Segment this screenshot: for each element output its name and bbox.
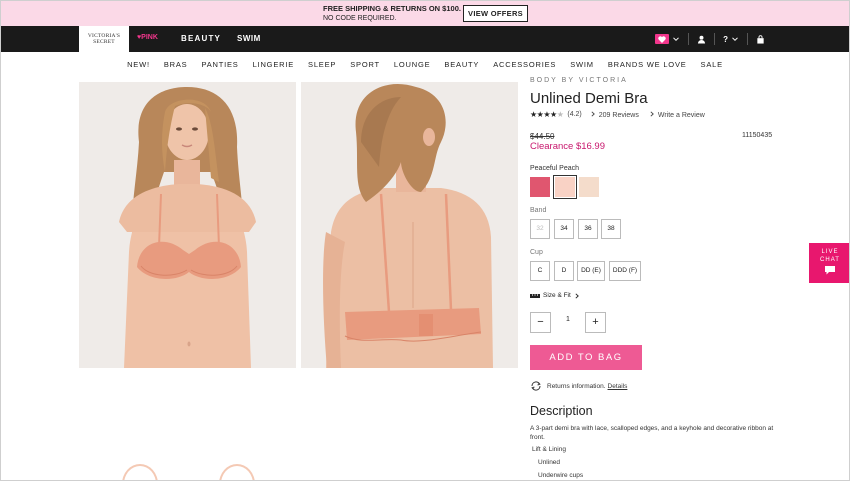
help-icon[interactable]: ? xyxy=(723,35,728,44)
band-option-34[interactable]: 34 xyxy=(554,219,574,239)
color-swatch[interactable] xyxy=(579,177,599,197)
brand-pink-link[interactable]: ♥PINK xyxy=(137,34,158,41)
account-icon[interactable] xyxy=(697,35,706,44)
victorias-secret-logo[interactable]: VICTORIA'S SECRET xyxy=(79,26,129,52)
live-chat-label-1: LIVE xyxy=(821,249,839,255)
write-review-label: Write a Review xyxy=(657,111,705,119)
chevron-down-icon[interactable] xyxy=(672,35,680,43)
product-thumbnail[interactable] xyxy=(219,464,255,480)
returns-cycle-icon xyxy=(531,381,541,391)
nav-sale[interactable]: SALE xyxy=(694,52,730,76)
lift-lining-heading: Lift & Lining xyxy=(532,446,566,453)
main-nav: NEW! BRAS PANTIES LINGERIE SLEEP SPORT L… xyxy=(1,52,849,76)
returns-info: Returns information. Details xyxy=(530,381,627,391)
page-frame: FREE SHIPPING & RETURNS ON $100. NO CODE… xyxy=(0,0,850,481)
description-heading: Description xyxy=(530,404,593,418)
cup-option-c[interactable]: C xyxy=(530,261,550,281)
returns-text: Returns information. xyxy=(547,382,606,390)
add-to-bag-button[interactable]: ADD TO BAG xyxy=(530,345,642,370)
quantity-increase-button[interactable]: + xyxy=(585,312,606,333)
nav-lingerie[interactable]: LINGERIE xyxy=(246,52,301,76)
nav-bras[interactable]: BRAS xyxy=(157,52,195,76)
description-text: A 3-part demi bra with lace, scalloped e… xyxy=(530,425,774,441)
nav-sport[interactable]: SPORT xyxy=(343,52,387,76)
band-label: Band xyxy=(530,207,547,214)
product-thumbnail[interactable] xyxy=(122,464,158,480)
chevron-right-icon xyxy=(591,110,595,117)
color-name: Peaceful Peach xyxy=(530,165,580,172)
heart-icon[interactable] xyxy=(655,34,670,44)
promo-line-1: FREE SHIPPING & RETURNS ON $100. xyxy=(323,4,461,13)
divider xyxy=(714,33,716,45)
band-option-32[interactable]: 32 xyxy=(530,219,550,239)
nav-swim[interactable]: SWIM xyxy=(563,52,601,76)
nav-beauty[interactable]: BEAUTY xyxy=(437,52,486,76)
bag-icon[interactable] xyxy=(756,34,765,44)
header-icons: ? xyxy=(655,33,765,45)
chevron-right-icon xyxy=(575,292,579,299)
cup-label: Cup xyxy=(530,249,543,256)
nav-accessories[interactable]: ACCESSORIES xyxy=(486,52,563,76)
nav-brands-we-love[interactable]: BRANDS WE LOVE xyxy=(601,52,694,76)
cup-option-ddd[interactable]: DDD (F) xyxy=(609,261,641,281)
brand-beauty-link[interactable]: BEAUTY xyxy=(181,34,221,43)
size-fit-label: Size & Fit xyxy=(543,292,571,299)
band-option-36[interactable]: 36 xyxy=(578,219,598,239)
rating-row: ★★★★★ (4.2) 209 Reviews Write a Review xyxy=(530,110,705,119)
write-review-link[interactable]: Write a Review xyxy=(649,110,705,119)
promo-text: FREE SHIPPING & RETURNS ON $100. NO CODE… xyxy=(323,4,461,24)
nav-new[interactable]: NEW! xyxy=(120,52,157,76)
quantity-decrease-button[interactable]: − xyxy=(530,312,551,333)
product-image-back[interactable] xyxy=(301,82,518,368)
reviews-link[interactable]: 209 Reviews xyxy=(590,110,639,119)
product-image-front[interactable] xyxy=(79,82,296,368)
divider xyxy=(747,33,748,45)
nav-sleep[interactable]: SLEEP xyxy=(301,52,343,76)
color-swatch-selected[interactable] xyxy=(553,175,577,199)
ruler-icon xyxy=(530,293,540,298)
size-fit-link[interactable]: Size & Fit xyxy=(530,292,580,299)
divider xyxy=(688,33,690,45)
chat-bubble-icon xyxy=(825,266,835,275)
nav-panties[interactable]: PANTIES xyxy=(194,52,245,76)
reviews-count: 209 Reviews xyxy=(598,111,639,119)
product-title: Unlined Demi Bra xyxy=(530,90,648,107)
header-bar: VICTORIA'S SECRET ♥PINK BEAUTY SWIM ? xyxy=(1,26,849,52)
original-price: $44.50 xyxy=(530,132,555,141)
brand-swim-link[interactable]: SWIM xyxy=(237,34,261,43)
rating-value: (4.2) xyxy=(567,111,582,118)
cup-option-d[interactable]: D xyxy=(554,261,574,281)
returns-details-link[interactable]: Details xyxy=(608,383,628,390)
nav-lounge[interactable]: LOUNGE xyxy=(387,52,437,76)
product-brand[interactable]: BODY BY VICTORIA xyxy=(530,77,628,84)
live-chat-button[interactable]: LIVE CHAT xyxy=(809,243,849,283)
band-option-38[interactable]: 38 xyxy=(601,219,621,239)
chevron-down-icon[interactable] xyxy=(731,35,739,43)
promo-bar: FREE SHIPPING & RETURNS ON $100. NO CODE… xyxy=(1,1,849,26)
star-rating-icon: ★★★★★ xyxy=(530,110,564,119)
feature-bullet: Underwire cups xyxy=(538,472,584,479)
promo-line-2: NO CODE REQUIRED. xyxy=(323,15,397,22)
quantity-value[interactable]: 1 xyxy=(561,316,575,323)
cup-option-dd[interactable]: DD (E) xyxy=(577,261,605,281)
chevron-right-icon xyxy=(650,110,654,117)
clearance-price: Clearance $16.99 xyxy=(530,141,605,152)
view-offers-button[interactable]: VIEW OFFERS xyxy=(463,5,528,22)
feature-bullet: Unlined xyxy=(538,459,561,466)
live-chat-label-2: CHAT xyxy=(820,257,840,263)
product-sku: 11150435 xyxy=(742,132,773,139)
color-swatch[interactable] xyxy=(530,177,550,197)
